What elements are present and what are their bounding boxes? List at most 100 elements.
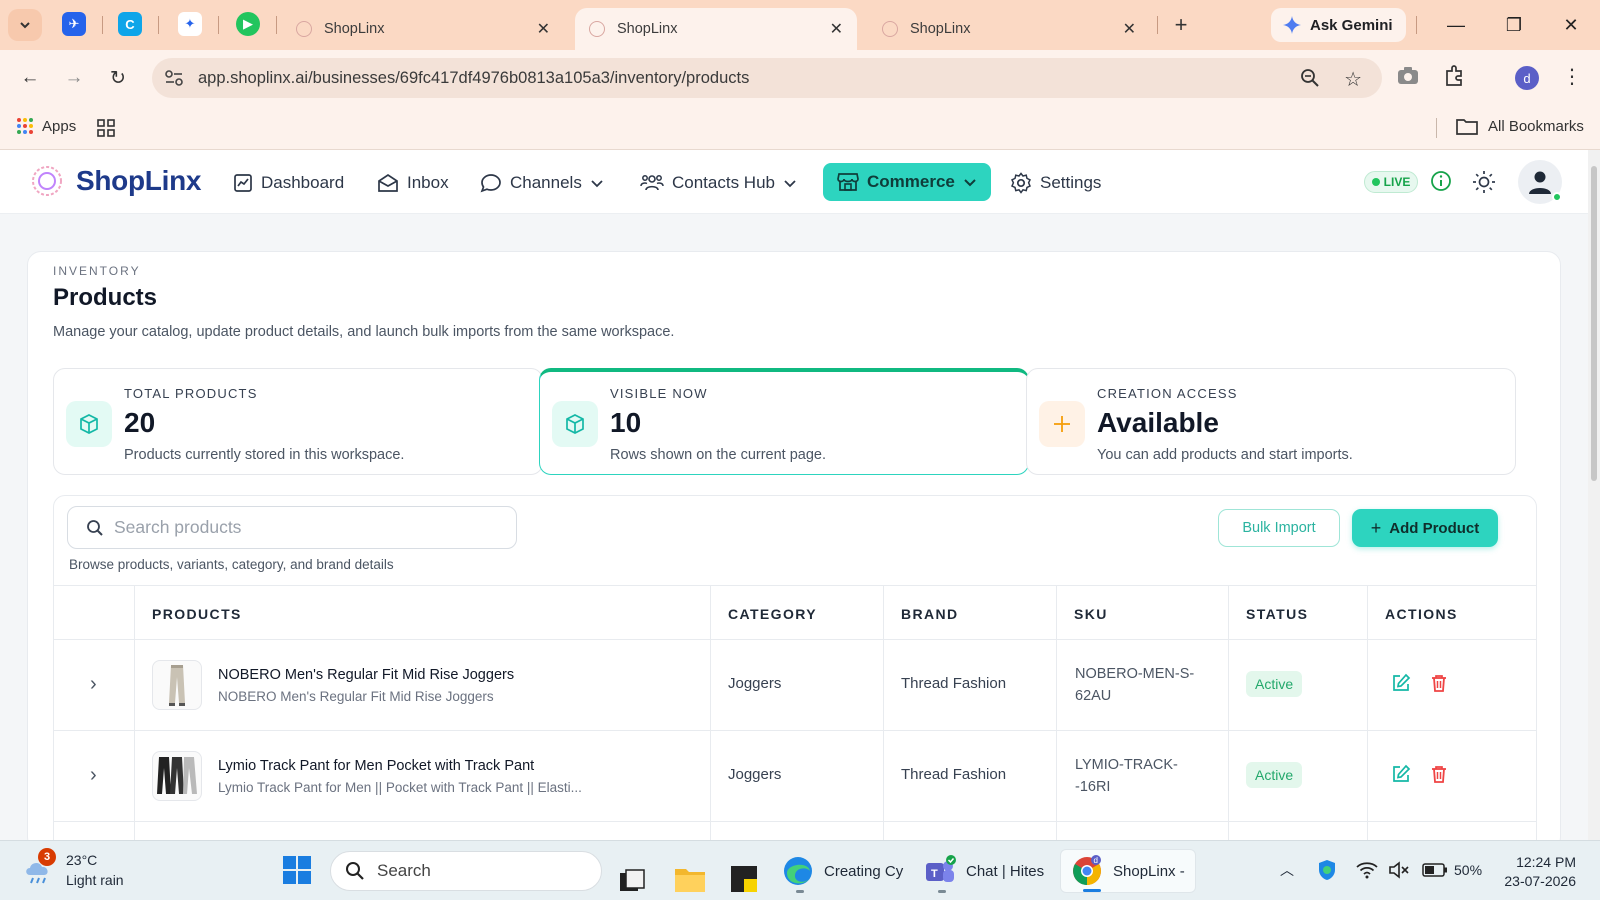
column-header-products[interactable]: PRODUCTS xyxy=(152,586,242,641)
security-shield-icon[interactable] xyxy=(1316,859,1338,881)
battery-icon[interactable] xyxy=(1422,863,1448,877)
column-header-brand[interactable]: BRAND xyxy=(901,586,959,641)
page-subtitle: Manage your catalog, update product deta… xyxy=(53,324,675,340)
bookmark-star-icon[interactable]: ☆ xyxy=(1344,67,1362,92)
shoplinx-logo[interactable]: ShopLinx xyxy=(30,164,201,198)
column-header-category[interactable]: CATEGORY xyxy=(728,586,817,641)
all-bookmarks-button[interactable]: All Bookmarks xyxy=(1456,117,1584,135)
nav-dashboard[interactable]: Dashboard xyxy=(233,167,344,199)
info-icon[interactable] xyxy=(1430,170,1452,192)
close-tab-icon[interactable]: ✕ xyxy=(537,19,550,39)
pinned-tab-1[interactable]: ✈ xyxy=(62,12,86,36)
user-avatar[interactable] xyxy=(1518,160,1562,204)
task-view-icon[interactable] xyxy=(618,859,646,900)
tab-separator xyxy=(218,16,219,34)
weather-widget[interactable]: 3 23°C Light rain xyxy=(22,848,124,890)
browser-tab-strip: ✈ C ✦ ▶ ShopLinx ✕ ShopLinx ✕ ShopLinx ✕… xyxy=(0,0,1600,50)
taskbar-app-edge[interactable]: Creating Cy xyxy=(782,849,903,893)
page-scrollbar[interactable] xyxy=(1588,150,1600,840)
tab-separator xyxy=(276,16,277,34)
wifi-icon[interactable] xyxy=(1356,861,1378,879)
product-category: Joggers xyxy=(728,766,782,783)
screenshot-icon[interactable] xyxy=(1397,65,1419,85)
delete-trash-icon[interactable] xyxy=(1429,673,1449,693)
minimize-icon[interactable]: — xyxy=(1442,12,1470,38)
product-sku: LYMIO-TRACK- -16RI xyxy=(1075,754,1215,798)
box-icon xyxy=(552,401,598,447)
table-row[interactable]: › Lymio Track Pant for Men Pocket with T… xyxy=(54,731,1536,822)
stat-card-visible-now: VISIBLE NOW 10 Rows shown on the current… xyxy=(539,368,1029,475)
browser-tab[interactable]: ShopLinx ✕ xyxy=(868,8,1150,50)
sticky-notes-icon[interactable] xyxy=(730,857,758,900)
table-row[interactable]: › NOBERO Men's Regular Fit Mid Rise Jogg… xyxy=(54,640,1536,731)
column-header-actions: ACTIONS xyxy=(1385,605,1458,622)
pinned-tab-3[interactable]: ✦ xyxy=(178,12,202,36)
browser-tab[interactable]: ShopLinx ✕ xyxy=(282,8,564,50)
delete-trash-icon[interactable] xyxy=(1429,764,1449,784)
reload-icon[interactable]: ↻ xyxy=(104,64,132,92)
pinned-tab-2[interactable]: C xyxy=(118,12,142,36)
pinned-tab-4[interactable]: ▶ xyxy=(236,12,260,36)
live-dot xyxy=(1371,178,1380,186)
product-name[interactable]: NOBERO Men's Regular Fit Mid Rise Jogger… xyxy=(218,667,514,683)
extensions-icon[interactable] xyxy=(1443,65,1465,87)
zoom-icon[interactable] xyxy=(1300,68,1320,88)
system-clock[interactable]: 12:24 PM 23-07-2026 xyxy=(1498,853,1576,891)
search-icon xyxy=(346,862,364,880)
chevron-right-icon[interactable]: › xyxy=(90,764,97,787)
add-product-button[interactable]: + Add Product xyxy=(1352,509,1498,547)
product-name[interactable]: Lymio Track Pant for Men Pocket with Tra… xyxy=(218,758,534,774)
apps-bookmark[interactable]: Apps xyxy=(16,117,76,135)
edit-icon[interactable] xyxy=(1391,764,1411,784)
restore-icon[interactable]: ❐ xyxy=(1500,12,1528,38)
column-header-status[interactable]: STATUS xyxy=(1246,586,1308,641)
nav-commerce[interactable]: Commerce xyxy=(823,163,991,201)
shoplinx-favicon-icon xyxy=(882,21,898,37)
apps-grid-icon xyxy=(17,118,33,134)
browser-tab-active[interactable]: ShopLinx ✕ xyxy=(575,8,857,50)
close-tab-icon[interactable]: ✕ xyxy=(1123,19,1136,39)
chevron-up-icon[interactable]: ︿ xyxy=(1280,860,1294,880)
ask-gemini-button[interactable]: Ask Gemini xyxy=(1271,8,1406,42)
scrollbar-thumb[interactable] xyxy=(1591,166,1597,481)
chevron-right-icon[interactable]: › xyxy=(90,673,97,696)
browser-profile-avatar[interactable]: d xyxy=(1515,66,1539,90)
stat-value: 20 xyxy=(124,407,156,438)
address-bar[interactable]: app.shoplinx.ai/businesses/69fc417df4976… xyxy=(152,58,1382,98)
chat-bubble-icon xyxy=(480,174,501,193)
sku-line: NOBERO-MEN-S- xyxy=(1075,666,1195,682)
taskbar-app-chrome[interactable]: d ShopLinx - xyxy=(1060,849,1196,893)
bulk-import-button[interactable]: Bulk Import xyxy=(1218,509,1340,547)
inventory-panel: INVENTORY Products Manage your catalog, … xyxy=(27,251,1561,855)
system-tray: ︿ 50% xyxy=(1280,859,1482,881)
nav-inbox[interactable]: Inbox xyxy=(377,167,449,199)
browser-menu-icon[interactable]: ⋮ xyxy=(1562,64,1582,89)
new-tab-button[interactable]: + xyxy=(1168,12,1194,38)
close-window-icon[interactable]: ✕ xyxy=(1557,12,1585,38)
site-settings-icon[interactable] xyxy=(164,69,184,87)
windows-start-icon[interactable] xyxy=(282,855,312,885)
nav-channels[interactable]: Channels xyxy=(480,167,604,199)
close-tab-icon[interactable]: ✕ xyxy=(830,19,843,39)
tab-search-button[interactable] xyxy=(8,9,42,41)
volume-muted-icon[interactable] xyxy=(1388,861,1410,879)
forward-icon[interactable]: → xyxy=(60,64,88,92)
products-table-card: Browse products, variants, category, and… xyxy=(53,495,1537,855)
taskbar-search[interactable]: Search xyxy=(330,851,602,891)
back-icon[interactable]: ← xyxy=(16,64,44,92)
nav-settings[interactable]: Settings xyxy=(1010,167,1101,199)
file-explorer-icon[interactable] xyxy=(674,857,706,900)
theme-sun-icon[interactable] xyxy=(1472,170,1496,194)
column-header-sku[interactable]: SKU xyxy=(1074,586,1108,641)
product-category: Joggers xyxy=(728,675,782,692)
status-badge: Active xyxy=(1246,762,1303,788)
running-indicator xyxy=(796,890,804,893)
search-input[interactable] xyxy=(114,517,494,538)
taskbar-app-teams[interactable]: T Chat | Hites xyxy=(924,849,1044,893)
logo-wordmark: ShopLinx xyxy=(76,165,202,196)
edit-icon[interactable] xyxy=(1391,673,1411,693)
gear-icon xyxy=(1011,172,1031,194)
nav-contacts-hub[interactable]: Contacts Hub xyxy=(640,167,797,199)
tab-groups-icon[interactable] xyxy=(97,119,115,137)
product-search-box[interactable] xyxy=(67,506,517,549)
